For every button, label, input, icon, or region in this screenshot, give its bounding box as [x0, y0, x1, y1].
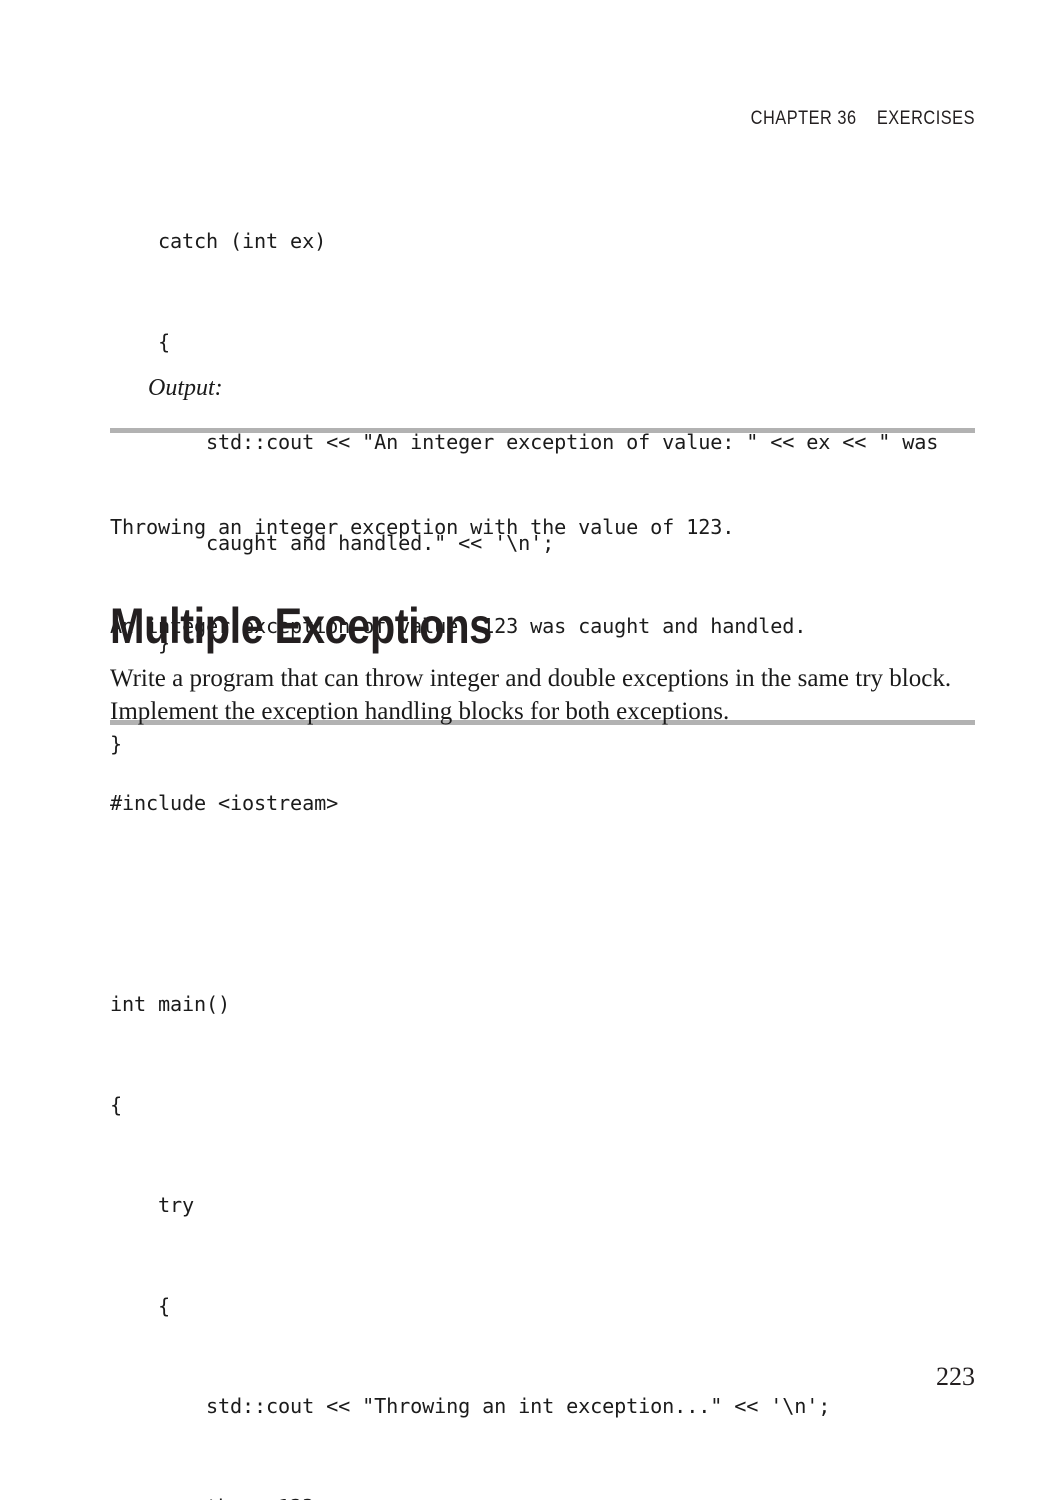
code-line: std::cout << "Throwing an int exception.…: [110, 1394, 831, 1418]
output-line: Throwing an integer exception with the v…: [110, 515, 735, 539]
code-line: {: [110, 1293, 171, 1318]
code-line: try: [110, 1193, 195, 1217]
section-heading: Multiple Exceptions: [110, 597, 492, 654]
code-line: catch (int ex): [110, 229, 327, 253]
section-paragraph: Write a program that can throw integer a…: [110, 665, 952, 725]
output-label: Output:: [148, 375, 223, 401]
code-line: int main(): [110, 992, 231, 1016]
running-header: CHAPTER 36 EXERCISES: [750, 108, 975, 129]
book-page: CHAPTER 36 EXERCISES catch (int ex) { st…: [0, 0, 1050, 1500]
code-line: throw 123;: [110, 1491, 1010, 1500]
code-line: {: [110, 1092, 123, 1117]
page-number: 223: [936, 1362, 975, 1391]
code-line: {: [110, 329, 171, 354]
code-line: #include <iostream>: [110, 791, 339, 815]
